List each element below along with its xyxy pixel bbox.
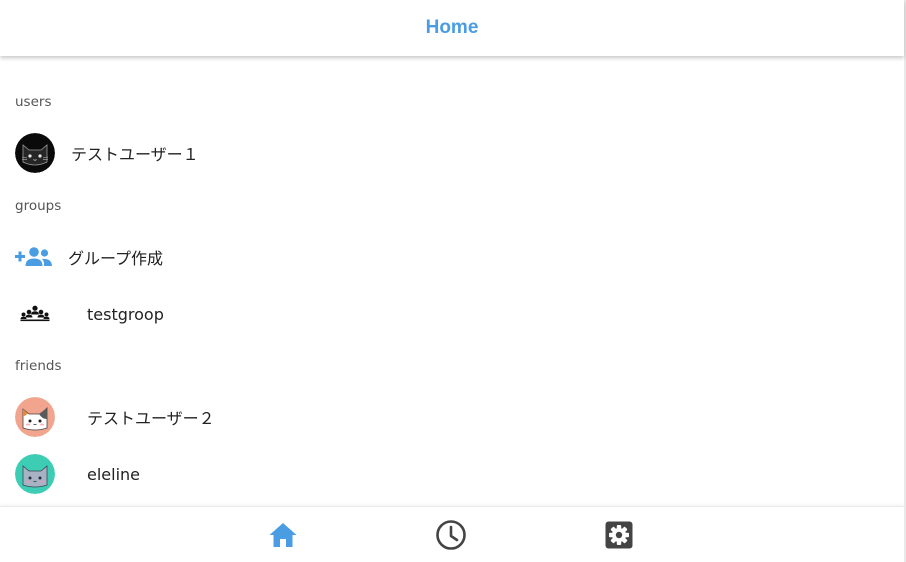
section-label-users: users [15,94,52,110]
page-title: Home [425,17,479,38]
friend-name: eleline [87,464,141,484]
tab-home[interactable] [267,519,299,551]
settings-icon [605,521,633,549]
home-list: users テストユーザー１ groups グループ作成 testgroop f… [0,56,904,506]
create-group-label: グループ作成 [68,249,164,268]
section-label-friends: friends [15,358,62,374]
friend-row[interactable]: テストユーザー２ [15,397,215,437]
black-cat-avatar-icon [15,133,55,173]
friend-name: テストユーザー２ [87,409,215,428]
friend-row[interactable]: eleline [15,454,140,494]
gray-cat-avatar-icon [15,454,55,494]
group-icon [15,294,55,334]
tab-settings[interactable] [603,519,635,551]
user-name: テストユーザー１ [71,145,199,164]
create-group-button[interactable]: グループ作成 [15,237,163,277]
app-header: Home [0,0,904,56]
group-add-icon [15,237,53,277]
user-row[interactable]: テストユーザー１ [15,133,199,173]
section-label-groups: groups [15,198,62,214]
home-screen: Home users テストユーザー１ groups グループ作成 testgr… [0,0,906,562]
clock-icon [436,520,466,550]
group-name: testgroop [87,304,164,324]
bottom-tab-bar [0,506,904,562]
calico-cat-avatar-icon [15,397,55,437]
tab-history[interactable] [435,519,467,551]
home-icon [269,523,297,547]
group-row[interactable]: testgroop [15,294,164,334]
